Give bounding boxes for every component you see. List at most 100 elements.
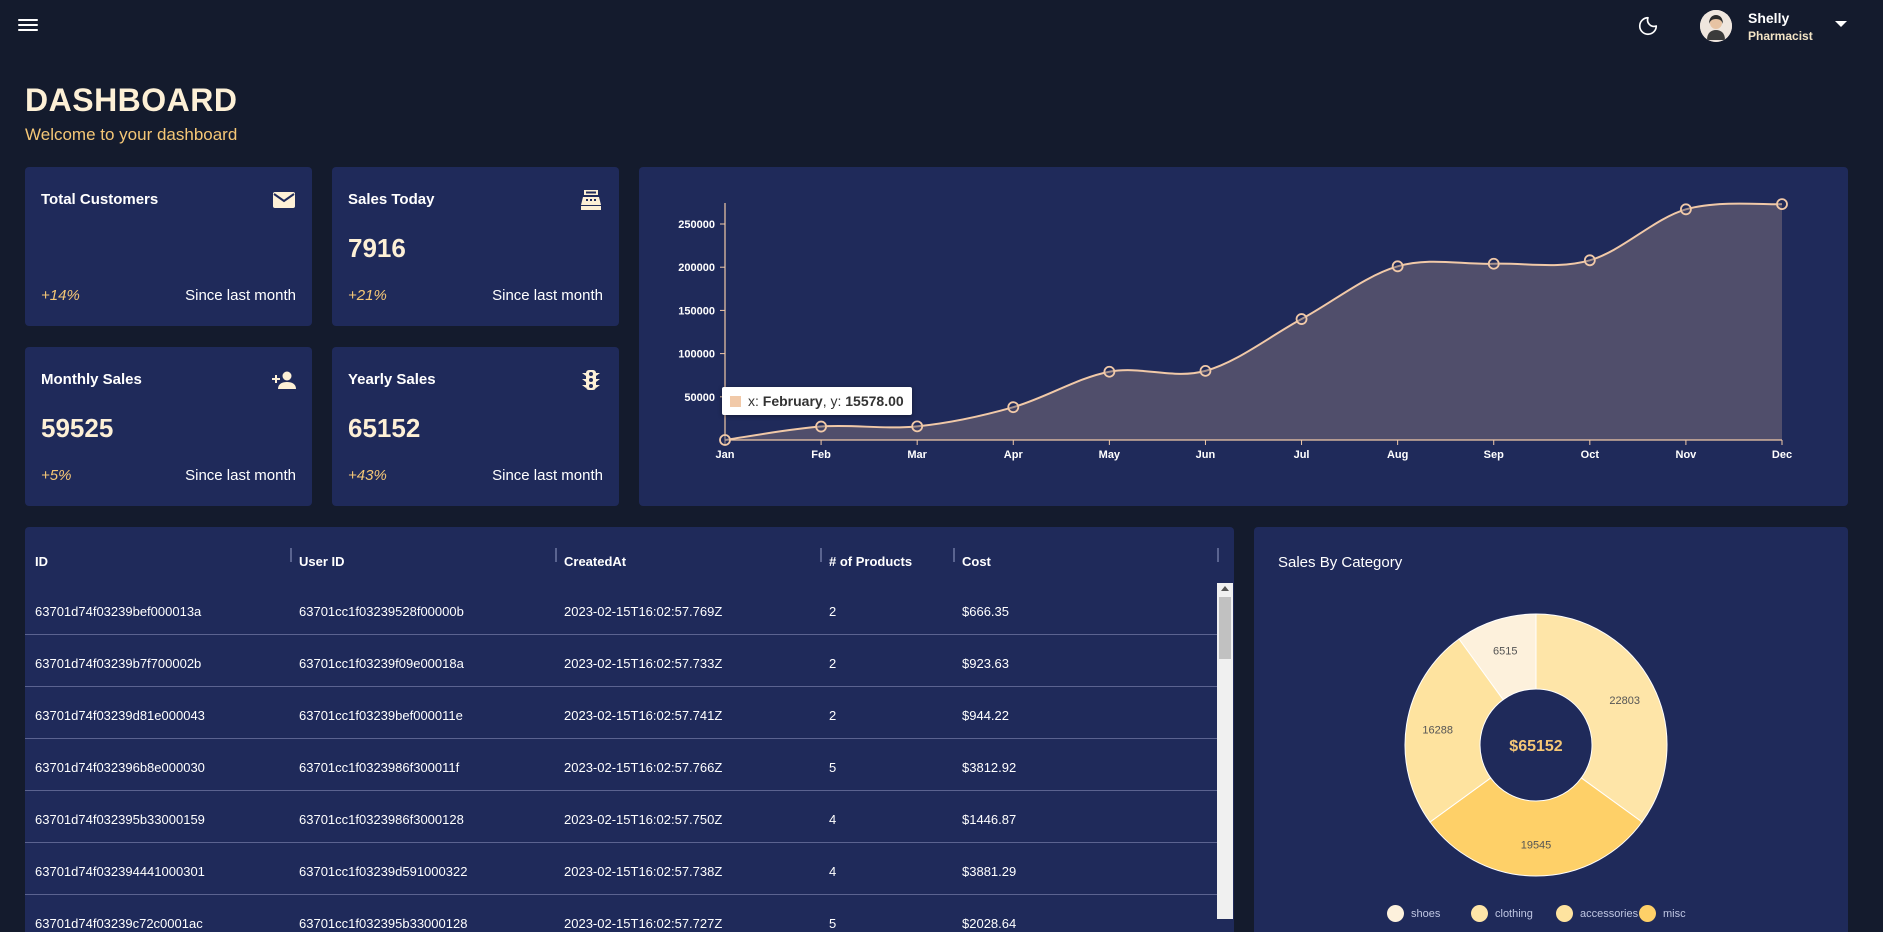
data-point-oct[interactable]: [1583, 254, 1596, 267]
column-separator[interactable]: [820, 548, 822, 562]
stat-label: Monthly Sales: [41, 371, 142, 388]
cell-cost: $3881.29: [962, 864, 1017, 879]
stat-label: Yearly Sales: [348, 371, 436, 388]
user-name: Shelly: [1748, 10, 1790, 26]
data-point-sep[interactable]: [1487, 257, 1500, 270]
cell-user-id: 63701cc1f03239f09e00018a: [299, 656, 464, 671]
scrollbar-thumb[interactable]: [1219, 597, 1231, 659]
avatar-image: [1700, 10, 1732, 42]
cell-created-at: 2023-02-15T16:02:57.769Z: [564, 604, 723, 619]
x-tick-label: Jan: [716, 449, 735, 461]
stat-since: Since last month: [492, 287, 603, 304]
pie-slice-label: 16288: [1422, 724, 1453, 736]
stat-label: Sales Today: [348, 191, 435, 208]
legend-label: misc: [1663, 908, 1686, 920]
column-separator[interactable]: [1217, 548, 1219, 562]
data-point-jun[interactable]: [1199, 364, 1212, 377]
legend-swatch: [1471, 905, 1488, 922]
dark-mode-toggle-icon[interactable]: [1637, 15, 1659, 37]
cell-id: 63701d74f032395b33000159: [35, 812, 205, 827]
cell-user-id: 63701cc1f03239d591000322: [299, 864, 468, 879]
cell-products: 2: [829, 656, 837, 671]
cell-cost: $944.22: [962, 708, 1009, 723]
transactions-table: ID User ID CreatedAt # of Products Cost …: [25, 527, 1234, 932]
cell-created-at: 2023-02-15T16:02:57.733Z: [564, 656, 723, 671]
table-row[interactable]: 63701d74f03239b7f700002b 63701cc1f03239f0…: [25, 635, 1217, 687]
cell-cost: $923.63: [962, 656, 1009, 671]
cell-products: 2: [829, 708, 837, 723]
legend-swatch: [1639, 905, 1656, 922]
table-row[interactable]: 63701d74f03239bef000013a 63701cc1f0323952…: [25, 583, 1217, 635]
table-scrollbar[interactable]: [1217, 583, 1233, 919]
x-tick-label: Feb: [811, 449, 831, 461]
column-header-user-id[interactable]: User ID: [299, 554, 345, 569]
data-point-apr[interactable]: [1007, 401, 1020, 414]
x-tick-label: Mar: [907, 449, 927, 461]
y-tick-label: 150000: [678, 305, 715, 317]
y-tick-label: 100000: [678, 349, 715, 361]
data-point-aug[interactable]: [1391, 260, 1404, 273]
stat-since: Since last month: [492, 467, 603, 484]
cell-cost: $3812.92: [962, 760, 1017, 775]
column-header-cost[interactable]: Cost: [962, 554, 991, 569]
x-tick-label: Oct: [1581, 449, 1600, 461]
sales-by-category-card: Sales By Category 6515 22803 19545 16288 $65…: [1254, 527, 1848, 932]
tooltip-swatch: [730, 396, 741, 407]
menu-icon[interactable]: [18, 16, 38, 34]
cell-user-id: 63701cc1f032395b33000128: [299, 916, 468, 931]
avatar[interactable]: [1700, 10, 1732, 42]
stat-change: +5%: [41, 467, 72, 484]
user-menu-caret-icon[interactable]: [1835, 21, 1847, 27]
cell-id: 63701d74f032394441000301: [35, 864, 205, 879]
table-row[interactable]: 63701d74f032395b33000159 63701cc1f0323986…: [25, 791, 1217, 843]
page-subtitle: Welcome to your dashboard: [25, 125, 238, 144]
column-separator[interactable]: [290, 548, 292, 562]
data-point-nov[interactable]: [1680, 203, 1692, 216]
stat-label: Total Customers: [41, 191, 159, 208]
stat-change: +43%: [348, 467, 387, 484]
column-header-created-at[interactable]: CreatedAt: [564, 554, 626, 569]
column-separator[interactable]: [953, 548, 955, 562]
pie-slice-label: 22803: [1609, 695, 1640, 707]
cell-products: 4: [829, 812, 837, 827]
tooltip-x-prefix: x:: [748, 393, 763, 409]
table-row[interactable]: 63701d74f03239d81e000043 63701cc1f03239be…: [25, 687, 1217, 739]
scroll-up-arrow-icon[interactable]: [1221, 586, 1229, 591]
cell-cost: $1446.87: [962, 812, 1017, 827]
stat-card-monthly-sales: Monthly Sales 59525 +5% Since last month: [25, 347, 312, 506]
tooltip-y-prefix: , y:: [822, 393, 846, 409]
data-point-mar[interactable]: [911, 420, 924, 433]
cell-products: 5: [829, 916, 837, 931]
sales-line-chart: 50000 100000 150000 200000 250000 Jan Feb Mar Ap…: [678, 198, 1792, 461]
data-point-jan[interactable]: [719, 434, 731, 446]
cell-id: 63701d74f03239d81e000043: [35, 708, 205, 723]
cell-id: 63701d74f03239b7f700002b: [35, 656, 202, 671]
stat-change: +14%: [41, 287, 80, 304]
table-row[interactable]: 63701d74f032394441000301 63701cc1f03239d5…: [25, 843, 1217, 895]
legend-label: accessories: [1580, 908, 1639, 920]
stat-card-total-customers: Total Customers +14% Since last month: [25, 167, 312, 326]
x-tick-label: Aug: [1387, 449, 1408, 461]
column-header-products[interactable]: # of Products: [829, 554, 912, 569]
data-point-may[interactable]: [1103, 365, 1116, 378]
cell-products: 2: [829, 604, 837, 619]
data-point-jul[interactable]: [1295, 313, 1308, 325]
table-row[interactable]: 63701d74f03239c72c0001ac 63701cc1f032395b…: [25, 895, 1217, 932]
pie-slice-label: 6515: [1493, 645, 1517, 657]
stat-since: Since last month: [185, 287, 296, 304]
cell-cost: $666.35: [962, 604, 1009, 619]
data-point-feb[interactable]: [815, 420, 827, 433]
cell-created-at: 2023-02-15T16:02:57.766Z: [564, 760, 723, 775]
column-separator[interactable]: [555, 548, 557, 562]
tooltip-x-value: February: [762, 393, 823, 409]
legend-label: shoes: [1411, 908, 1441, 920]
stat-value: 7916: [348, 233, 406, 263]
cell-user-id: 63701cc1f0323986f3000128: [299, 812, 464, 827]
column-header-id[interactable]: ID: [35, 554, 48, 569]
table-row[interactable]: 63701d74f032396b8e000030 63701cc1f0323986…: [25, 739, 1217, 791]
cell-id: 63701d74f03239c72c0001ac: [35, 916, 203, 931]
data-point-dec[interactable]: [1776, 198, 1788, 211]
y-tick-label: 250000: [678, 219, 715, 231]
stat-since: Since last month: [185, 467, 296, 484]
top-bar: Shelly Pharmacist: [0, 0, 1883, 52]
